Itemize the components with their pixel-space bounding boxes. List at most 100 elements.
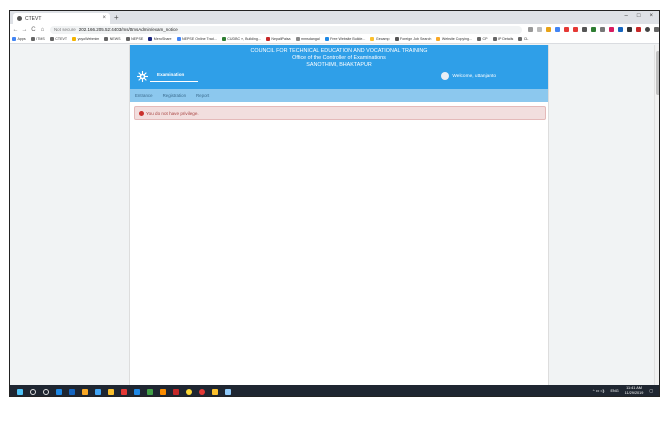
bookmark-item[interactable]: CTEVT (49, 37, 67, 41)
new-tab-button[interactable]: + (114, 13, 119, 22)
download-icon[interactable] (627, 27, 632, 32)
bookmark-item[interactable]: CUDBC », Building... (221, 37, 261, 41)
bookmark-item[interactable]: MeroShare (148, 37, 172, 41)
zoom-icon[interactable] (528, 27, 533, 32)
subnav-report[interactable]: Report (196, 93, 209, 98)
bookmark-icon (265, 37, 270, 41)
apps-icon (12, 37, 16, 41)
user-menu[interactable]: Welcome, uttanjanto (441, 72, 496, 80)
reload-button[interactable]: C (30, 27, 37, 33)
subnav-entrance[interactable]: Entrance (135, 93, 153, 98)
bookmark-item[interactable]: Website Copying... (436, 37, 472, 41)
cortana-icon[interactable] (43, 388, 49, 395)
clock-time: 11:41 AM (626, 386, 642, 390)
extension-icon[interactable] (555, 27, 560, 32)
clock-date: 11/29/2019 (624, 390, 644, 395)
scrollbar-thumb[interactable] (656, 51, 659, 95)
notification-icon[interactable]: ▢ (649, 388, 653, 393)
star-icon[interactable] (537, 27, 542, 32)
extension-icon[interactable] (591, 27, 596, 32)
forward-button[interactable]: → (21, 27, 28, 33)
home-button[interactable]: ⌂ (39, 27, 46, 33)
error-alert: You do not have privilege. (134, 106, 546, 120)
app-icon[interactable] (225, 388, 231, 395)
language-indicator[interactable]: ENG (610, 389, 618, 393)
globe-icon (49, 37, 54, 41)
bookmark-item[interactable]: yoyoWebmim (72, 37, 99, 41)
excel-icon[interactable] (147, 388, 153, 395)
error-icon (139, 110, 144, 116)
nav-active-underline (150, 81, 198, 82)
app-icon[interactable] (160, 388, 166, 395)
sub-navigation: Entrance Registration Report (130, 89, 548, 102)
file-explorer-icon[interactable] (82, 388, 88, 395)
extension-icon[interactable] (600, 27, 605, 32)
window-controls: – □ × (625, 13, 653, 19)
app-icon[interactable] (121, 388, 127, 395)
close-window-button[interactable]: × (649, 13, 653, 19)
globe-icon (477, 37, 481, 41)
app-icon[interactable] (173, 388, 179, 395)
header-office-name: Office of the Controller of Examinations (292, 55, 386, 61)
edge-icon[interactable] (56, 388, 62, 395)
app-icon[interactable] (199, 388, 205, 395)
extension-icon[interactable] (573, 27, 578, 32)
tab-close-icon[interactable]: × (102, 15, 106, 21)
start-windows-icon[interactable] (17, 388, 23, 395)
bookmark-item[interactable]: CL (518, 37, 528, 41)
bookmark-item[interactable]: Foreign Job Search (394, 37, 431, 41)
app-icon[interactable] (69, 388, 75, 395)
extension-icon[interactable] (618, 27, 623, 32)
mail-icon[interactable] (95, 388, 101, 395)
alert-message: You do not have privilege. (146, 110, 199, 116)
extension-icon[interactable] (564, 27, 569, 32)
bookmark-item[interactable]: NepaliPaisa (265, 37, 291, 41)
back-button[interactable]: ← (12, 27, 19, 33)
globe-icon (104, 37, 109, 41)
globe-icon (492, 37, 497, 41)
bookmark-icon (148, 37, 153, 41)
bookmark-item[interactable]: IP Details (492, 37, 513, 41)
clock[interactable]: 11:41 AM 11/29/2019 (625, 386, 644, 395)
bookmark-item[interactable]: Free Website Builde... (324, 37, 365, 41)
app-icon[interactable] (212, 388, 218, 395)
extension-icon[interactable] (582, 27, 587, 32)
tray-icons[interactable]: ^ ▭ ◁) (593, 388, 605, 393)
browser-window: CTEVT × + – □ × ← → C ⌂ Not secure 202.1… (9, 10, 660, 397)
minimize-button[interactable]: – (625, 13, 628, 19)
search-icon[interactable] (30, 388, 36, 395)
nav-examination[interactable]: Examination (157, 72, 184, 77)
browser-tab[interactable]: CTEVT × (13, 13, 110, 24)
favicon-icon (17, 16, 22, 21)
app-icon[interactable] (134, 388, 140, 395)
address-bar[interactable]: Not secure 202.166.205.52:4403/ms/ttmsAd… (49, 25, 522, 34)
extension-icon[interactable] (636, 27, 641, 32)
browser-toolbar: ← → C ⌂ Not secure 202.166.205.52:4403/m… (10, 24, 659, 35)
menu-icon[interactable] (654, 27, 659, 32)
subnav-registration[interactable]: Registration (163, 93, 186, 98)
profile-icon[interactable] (645, 27, 650, 32)
globe-icon (125, 37, 130, 41)
globe-icon (518, 37, 523, 41)
extension-icon[interactable] (546, 27, 551, 32)
page-scrollbar[interactable] (654, 45, 659, 385)
bookmark-icon (394, 37, 399, 41)
extension-icon[interactable] (609, 27, 614, 32)
bookmark-item[interactable]: ITMS (30, 37, 45, 41)
bookmark-item[interactable]: Gecamp (370, 37, 390, 41)
site-header: COUNCIL FOR TECHNICAL EDUCATION AND VOCA… (130, 45, 548, 89)
bookmark-icon (295, 37, 300, 41)
header-location: SANOTHIMI, BHAKTAPUR (306, 62, 372, 68)
maximize-button[interactable]: □ (637, 13, 641, 19)
app-icon[interactable] (108, 388, 114, 395)
bookmark-item[interactable]: Apps (12, 37, 26, 41)
bookmark-icon (324, 37, 329, 41)
bookmark-item[interactable]: NEWS (104, 37, 121, 41)
globe-icon (30, 37, 35, 41)
chrome-icon[interactable] (186, 388, 192, 395)
bookmark-item[interactable]: NEPSE (125, 37, 143, 41)
bookmark-item[interactable]: mmsdangal (295, 37, 320, 41)
bookmark-item[interactable]: CP (477, 37, 488, 41)
tab-strip: CTEVT × + – □ × (10, 11, 659, 24)
bookmark-item[interactable]: NEPSE Online Trad... (176, 37, 217, 41)
